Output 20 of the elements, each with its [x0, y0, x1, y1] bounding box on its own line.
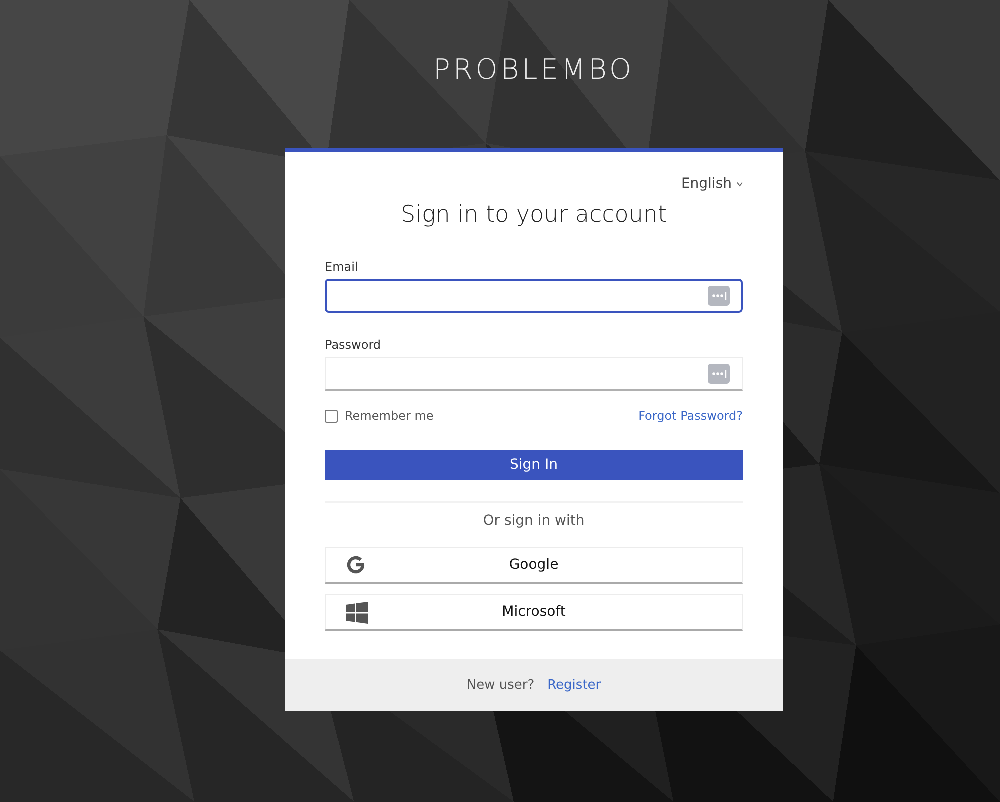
windows-logo-icon: [346, 602, 368, 624]
field-label: Password: [325, 338, 382, 352]
language-selector[interactable]: English: [681, 176, 743, 192]
input-field[interactable]: [325, 279, 743, 313]
footer-text: New user?: [466, 678, 535, 692]
microsoft-sign-in-button[interactable]: Microsoft: [325, 594, 743, 631]
register-link[interactable]: Register: [548, 678, 602, 692]
checkbox-label: Remember me: [345, 409, 434, 423]
forgot-password-link[interactable]: Forgot Password?: [638, 409, 743, 423]
google-sign-in-button[interactable]: Google: [325, 547, 743, 584]
form-title: Sign in to your account: [400, 202, 668, 228]
sign-in-button[interactable]: Sign In: [325, 450, 743, 480]
password-manager-icon[interactable]: [708, 364, 730, 384]
caret-icon: [737, 182, 743, 186]
divider-text: Or sign in with: [483, 513, 585, 529]
field-label: Email: [325, 260, 358, 274]
g-logo-icon: [346, 555, 366, 575]
password-manager-icon[interactable]: [708, 286, 730, 306]
checkbox[interactable]: [325, 410, 338, 422]
brand-logo: PROBLEMBO: [433, 53, 635, 86]
